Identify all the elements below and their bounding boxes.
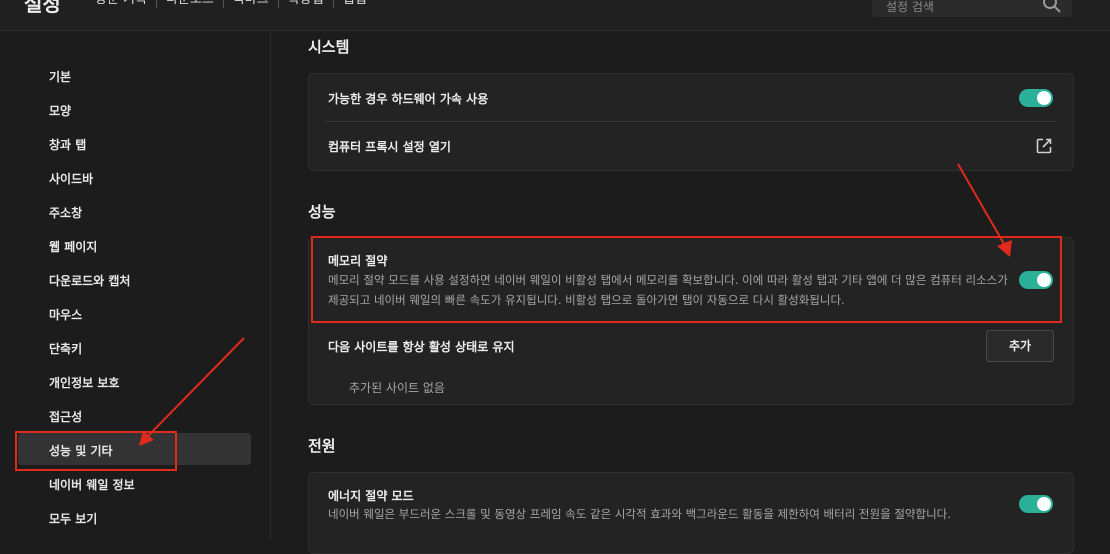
- annotation-arrow-sidebar: [147, 337, 245, 437]
- arrowhead-memory: [997, 240, 1012, 257]
- annotation-arrow-memory: [957, 163, 1005, 245]
- annotation-arrows: [139, 163, 1012, 446]
